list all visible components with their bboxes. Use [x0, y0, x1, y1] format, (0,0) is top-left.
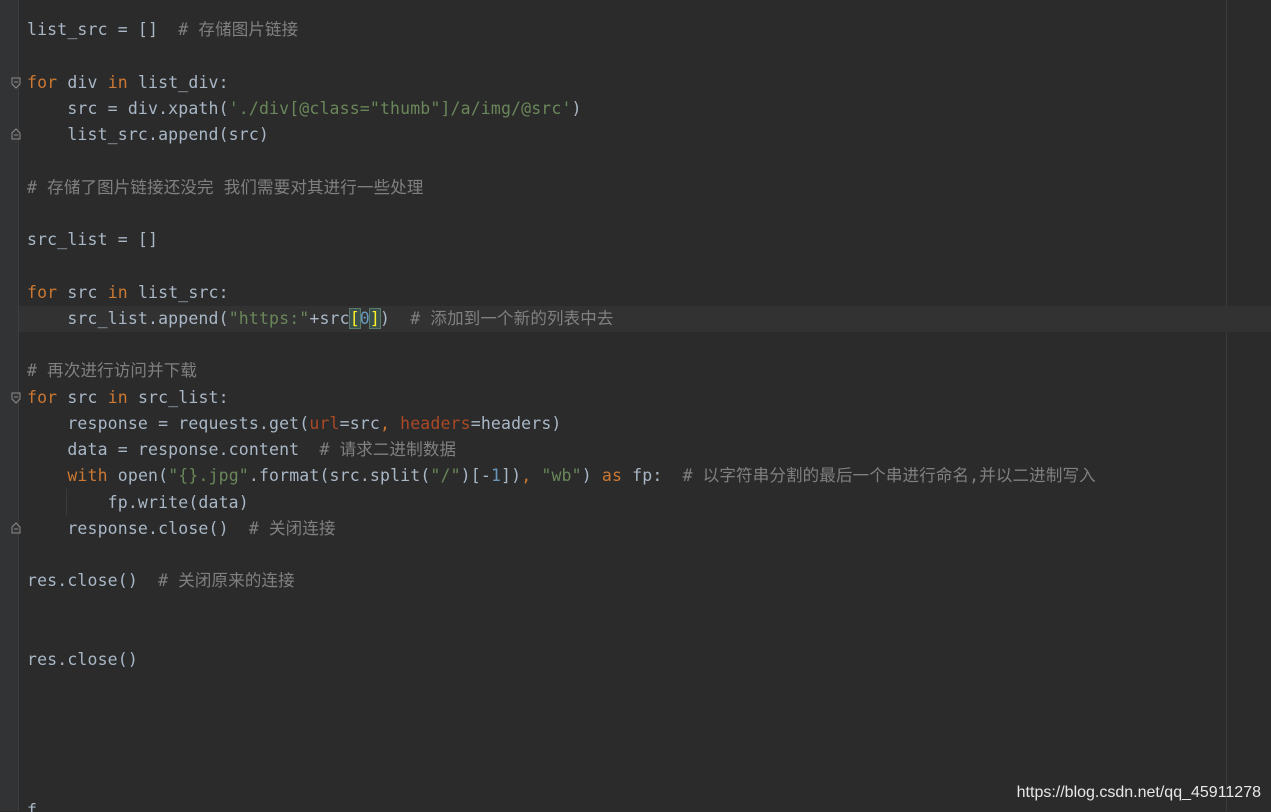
- code-line[interactable]: with open("{}.jpg".format(src.split("/")…: [27, 463, 1096, 489]
- code-line[interactable]: res.close(): [27, 647, 138, 673]
- code-token: headers: [400, 414, 471, 433]
- code-token: ): [379, 309, 411, 328]
- code-token: res.close(): [27, 650, 138, 669]
- code-token: res.close(): [27, 571, 159, 590]
- code-token: src: [57, 388, 108, 407]
- code-token: src_list = []: [27, 230, 159, 249]
- code-token: for: [27, 283, 58, 302]
- code-token: ): [581, 466, 602, 485]
- fold-end-icon[interactable]: [11, 522, 21, 534]
- code-line[interactable]: src_list = []: [27, 227, 158, 253]
- right-margin-guide: [1226, 0, 1227, 811]
- code-line[interactable]: fp.write(data): [27, 490, 249, 516]
- code-token: data = response.content: [27, 440, 320, 459]
- code-editor[interactable]: list_src = [] # 存储图片链接 for div in list_di…: [0, 0, 1271, 812]
- code-comment: # 关闭原来的连接: [158, 571, 295, 590]
- code-line[interactable]: for div in list_div:: [27, 70, 229, 96]
- code-line[interactable]: # 存储了图片链接还没完 我们需要对其进行一些处理: [27, 175, 424, 201]
- fold-open-icon[interactable]: [11, 77, 21, 89]
- fold-end-icon[interactable]: [11, 128, 21, 140]
- code-token: response = requests.get(: [27, 414, 310, 433]
- code-token: ): [571, 99, 582, 118]
- code-line[interactable]: # 再次进行访问并下载: [27, 358, 197, 384]
- code-token: for: [27, 73, 58, 92]
- code-line[interactable]: src_list.append("https:"+src[0]) # 添加到一个…: [27, 306, 614, 332]
- code-token: open: [117, 466, 159, 485]
- code-line[interactable]: for src in src_list:: [27, 385, 229, 411]
- code-token: ]): [501, 466, 522, 485]
- code-line[interactable]: src = div.xpath('./div[@class="thumb"]/a…: [27, 96, 582, 122]
- code-line[interactable]: list_src.append(src): [27, 122, 269, 148]
- code-token: url: [309, 414, 340, 433]
- code-comment: # 存储图片链接: [178, 20, 299, 39]
- code-token: ,: [521, 466, 542, 485]
- code-comment: # 请求二进制数据: [319, 440, 457, 459]
- code-token: for: [27, 388, 58, 407]
- code-token: =src: [339, 414, 380, 433]
- code-comment: # 添加到一个新的列表中去: [410, 309, 614, 328]
- code-token: src: [57, 283, 108, 302]
- code-token: with: [67, 466, 108, 485]
- editor-gutter: [0, 0, 19, 811]
- code-token: +src: [309, 309, 350, 328]
- code-comment: # 存储了图片链接还没完 我们需要对其进行一些处理: [27, 178, 424, 197]
- code-token: list_div:: [127, 73, 229, 92]
- code-token: src = div.xpath(: [27, 99, 229, 118]
- code-token: src_list:: [127, 388, 229, 407]
- code-token: in: [107, 388, 128, 407]
- code-token: =headers): [470, 414, 562, 433]
- code-token: div: [57, 73, 108, 92]
- code-line[interactable]: list_src = [] # 存储图片链接: [27, 17, 298, 43]
- code-comment: # 再次进行访问并下载: [27, 361, 198, 380]
- code-token: in: [107, 73, 128, 92]
- code-line[interactable]: data = response.content # 请求二进制数据: [27, 437, 456, 463]
- code-token: fp.write(data): [27, 493, 249, 512]
- code-token: "https:": [228, 309, 310, 328]
- code-token: "wb": [541, 466, 582, 485]
- code-token: src_list.append(: [27, 309, 229, 328]
- code-token: 0: [359, 309, 370, 328]
- code-token: response.close(): [27, 519, 249, 538]
- code-line[interactable]: response.close() # 关闭连接: [27, 516, 336, 542]
- code-token: as: [601, 466, 623, 485]
- code-line[interactable]: response = requests.get(url=src, headers…: [27, 411, 562, 437]
- code-token: ,: [379, 414, 401, 433]
- code-token: list_src = []: [27, 20, 179, 39]
- code-token: [: [348, 308, 361, 329]
- code-token: )[-: [460, 466, 491, 485]
- watermark-url: https://blog.csdn.net/qq_45911278: [1016, 784, 1261, 801]
- fold-open-icon[interactable]: [11, 392, 21, 404]
- code-token: "{}.jpg": [168, 466, 249, 485]
- code-token: './div[@class="thumb"]/a/img/@src': [228, 99, 572, 118]
- code-token: (: [158, 466, 169, 485]
- code-line[interactable]: res.close() # 关闭原来的连接: [27, 568, 295, 594]
- partial-code-line: f: [27, 801, 57, 812]
- code-token: list_src:: [127, 283, 229, 302]
- code-token: .format(src.split(: [248, 466, 431, 485]
- code-token: in: [107, 283, 128, 302]
- code-token: "/": [430, 466, 461, 485]
- code-token: 1: [490, 466, 502, 485]
- code-line[interactable]: for src in list_src:: [27, 280, 229, 306]
- code-token: fp:: [622, 466, 683, 485]
- code-token: list_src.append(src): [27, 125, 270, 144]
- code-comment: # 以字符串分割的最后一个串进行命名,并以二进制写入: [682, 466, 1096, 485]
- code-comment: # 关闭连接: [248, 519, 336, 538]
- code-token: ]: [368, 308, 381, 329]
